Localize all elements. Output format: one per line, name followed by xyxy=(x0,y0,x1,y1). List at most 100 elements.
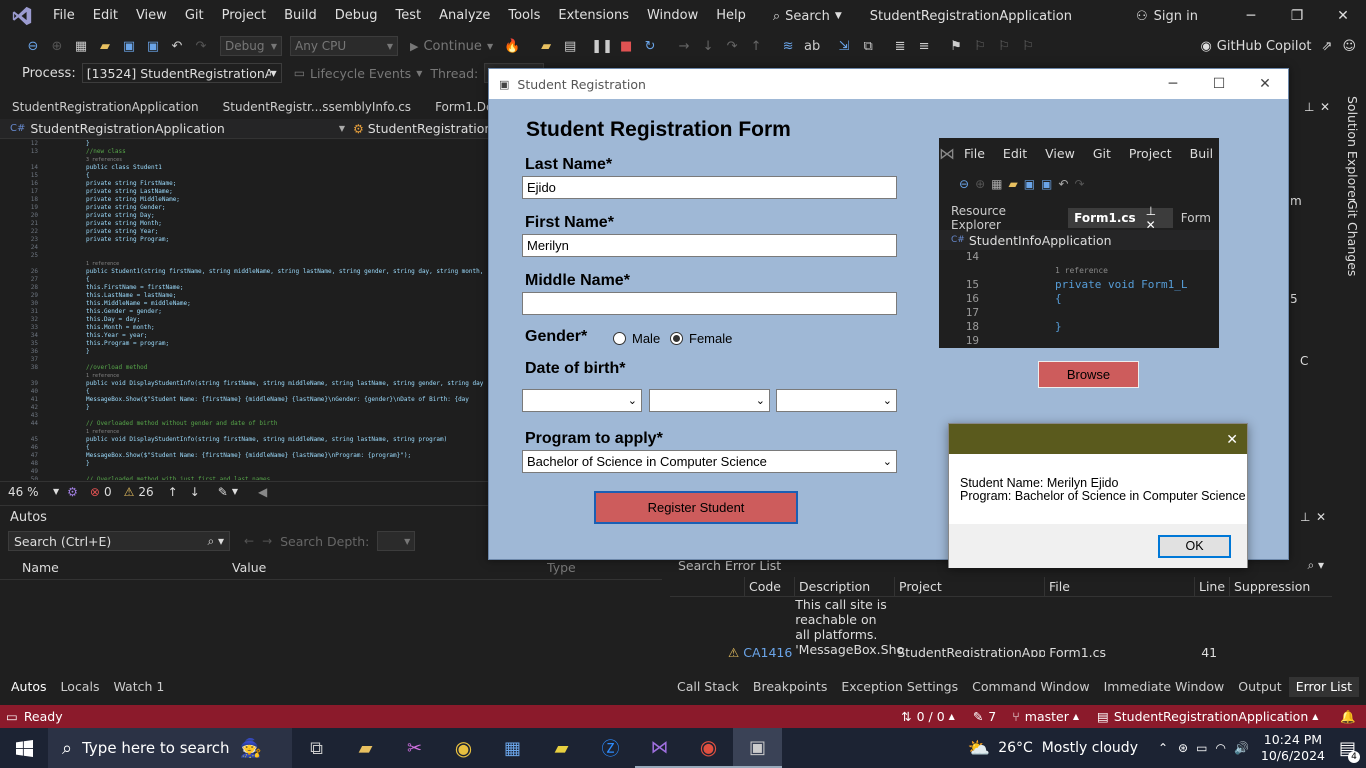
col-file[interactable]: File xyxy=(1045,577,1195,596)
weather-text[interactable]: 26°C Mostly cloudy xyxy=(998,740,1138,756)
hot-reload-icon[interactable]: 🔥 xyxy=(501,35,523,57)
wifi-icon[interactable]: ◠ xyxy=(1215,741,1225,755)
middle-name-input[interactable] xyxy=(522,292,897,315)
tray-chevron-icon[interactable]: ⌃ xyxy=(1158,741,1168,755)
error-code[interactable]: CA1416 xyxy=(743,645,792,657)
visual-studio-icon[interactable]: ⋈ xyxy=(635,728,684,768)
process-combo[interactable]: [13524] StudentRegistrationApplic▼ xyxy=(81,63,282,83)
folder-icon[interactable]: ▰ xyxy=(535,35,557,57)
clipboard-icon[interactable]: ⧉ xyxy=(857,35,879,57)
bottom-tab[interactable]: Error List xyxy=(1288,677,1359,697)
gender-male-radio[interactable]: Male xyxy=(613,331,660,346)
stop-icon[interactable]: ■ xyxy=(615,35,637,57)
col-project[interactable]: Project xyxy=(895,577,1045,596)
open-folder-icon[interactable]: ▰ xyxy=(94,35,116,57)
menu-debug[interactable]: Debug xyxy=(326,0,387,32)
search-depth-combo[interactable]: ▼ xyxy=(377,531,416,551)
dob-month-select[interactable]: ⌄ xyxy=(649,389,770,412)
warning-count[interactable]: 26 xyxy=(138,485,153,499)
menu-edit[interactable]: Edit xyxy=(84,0,127,32)
arrow-down-icon[interactable]: ↓ xyxy=(190,485,200,499)
dob-year-select[interactable]: ⌄ xyxy=(776,389,897,412)
brush-icon[interactable]: ✎ xyxy=(218,485,228,499)
status-branch[interactable]: master xyxy=(1025,709,1069,724)
scroll-left-icon[interactable]: ◀ xyxy=(258,485,267,499)
zoom-level[interactable]: 46 % xyxy=(8,485,53,499)
bottom-tab[interactable]: Command Window xyxy=(965,677,1097,697)
diagnostics-icon[interactable]: ≋ xyxy=(777,35,799,57)
menu-file[interactable]: File xyxy=(44,0,84,32)
sticky-notes-icon[interactable]: ▰ xyxy=(537,728,586,768)
code-editor[interactable]: 12} 13//new class 3 references 14 public cla… xyxy=(0,140,490,480)
bookmark-icon[interactable]: ⚑ xyxy=(945,35,967,57)
bottom-tab[interactable]: Locals xyxy=(54,677,107,697)
network-app-icon[interactable]: ⊛ xyxy=(1178,741,1188,755)
close-icon[interactable]: ✕ xyxy=(1320,100,1330,114)
calculator-icon[interactable]: ▦ xyxy=(488,728,537,768)
chrome-icon[interactable]: ◉ xyxy=(439,728,488,768)
editor-tab[interactable]: StudentRegistr...ssemblyInfo.cs xyxy=(211,96,423,118)
forward-icon[interactable]: ⊕ xyxy=(46,35,68,57)
snipping-tool-icon[interactable]: ✂ xyxy=(390,728,439,768)
bottom-tab[interactable]: Call Stack xyxy=(670,677,746,697)
search-button[interactable]: ⌕ Search ▼ xyxy=(765,4,850,28)
indent-icon[interactable]: ≣ xyxy=(889,35,911,57)
menu-tools[interactable]: Tools xyxy=(499,0,549,32)
menu-help[interactable]: Help xyxy=(707,0,755,32)
display-icon[interactable]: ▭ xyxy=(1196,741,1207,755)
step-into-icon[interactable]: ↓ xyxy=(697,35,719,57)
bottom-tab[interactable]: Immediate Window xyxy=(1097,677,1232,697)
col-description[interactable]: Description xyxy=(795,577,895,596)
reg-maximize-button[interactable]: ☐ xyxy=(1196,69,1242,99)
msgbox-close-icon[interactable]: ✕ xyxy=(1226,431,1238,448)
copilot-button[interactable]: ◉ GitHub Copilot ⇗ ☺ xyxy=(1200,39,1356,54)
bottom-tab[interactable]: Output xyxy=(1231,677,1288,697)
platform-combo[interactable]: Any CPU ▼ xyxy=(290,36,398,56)
pin-icon[interactable]: ⊥ xyxy=(1304,100,1314,114)
clock[interactable]: 10:24 PM 10/6/2024 xyxy=(1261,732,1325,764)
status-sync[interactable]: 0 / 0 xyxy=(917,709,945,724)
error-count[interactable]: 0 xyxy=(104,485,112,499)
menu-window[interactable]: Window xyxy=(638,0,707,32)
save-icon[interactable]: ▣ xyxy=(118,35,140,57)
restart-icon[interactable]: ↻ xyxy=(639,35,661,57)
first-name-input[interactable]: Merilyn xyxy=(522,234,897,257)
menu-project[interactable]: Project xyxy=(213,0,275,32)
new-project-icon[interactable]: ▦ xyxy=(70,35,92,57)
ok-button[interactable]: OK xyxy=(1158,534,1231,558)
col-suppression[interactable]: Suppression Sta xyxy=(1230,577,1315,596)
arrow-up-icon[interactable]: ↑ xyxy=(168,485,178,499)
chrome-profile-icon[interactable]: ◉ xyxy=(684,728,733,768)
bottom-tab[interactable]: Exception Settings xyxy=(834,677,965,697)
bottom-tab[interactable]: Breakpoints xyxy=(746,677,834,697)
pointer-icon[interactable]: ⇲ xyxy=(833,35,855,57)
outdent-icon[interactable]: ≡ xyxy=(913,35,935,57)
gender-female-radio[interactable]: Female xyxy=(670,331,732,346)
menu-extensions[interactable]: Extensions xyxy=(549,0,638,32)
lifecycle-events[interactable]: Lifecycle Events xyxy=(310,66,411,81)
forward-arrow-icon[interactable]: → xyxy=(262,534,272,548)
solution-explorer-tab[interactable]: Solution Explorer xyxy=(1345,96,1360,203)
close-icon[interactable]: ✕ xyxy=(1316,510,1326,524)
editor-tab[interactable]: StudentRegistrationApplication xyxy=(0,96,211,118)
bookmark-prev-icon[interactable]: ⚐ xyxy=(969,35,991,57)
git-changes-tab[interactable]: Git Changes xyxy=(1345,200,1360,276)
reg-close-button[interactable]: ✕ xyxy=(1242,69,1288,99)
config-combo[interactable]: Debug ▼ xyxy=(220,36,282,56)
pause-icon[interactable]: ❚❚ xyxy=(591,35,613,57)
redo-icon[interactable]: ↷ xyxy=(190,35,212,57)
undo-icon[interactable]: ↶ xyxy=(166,35,188,57)
zoom-icon[interactable]: Ⓩ xyxy=(586,728,635,768)
file-explorer-icon[interactable]: ▰ xyxy=(341,728,390,768)
radio-male[interactable] xyxy=(613,332,626,345)
minimize-button[interactable]: ─ xyxy=(1228,1,1274,31)
codecleanup-icon[interactable]: ⚙ xyxy=(67,485,78,499)
menu-test[interactable]: Test xyxy=(387,0,431,32)
last-name-input[interactable]: Ejido xyxy=(522,176,897,199)
menu-git[interactable]: Git xyxy=(176,0,213,32)
volume-icon[interactable]: 🔊 xyxy=(1234,741,1249,755)
editor-nav-project[interactable]: StudentRegistrationApplication xyxy=(30,121,323,136)
radio-female[interactable] xyxy=(670,332,683,345)
menu-analyze[interactable]: Analyze xyxy=(430,0,499,32)
col-code[interactable]: Code xyxy=(745,577,795,596)
